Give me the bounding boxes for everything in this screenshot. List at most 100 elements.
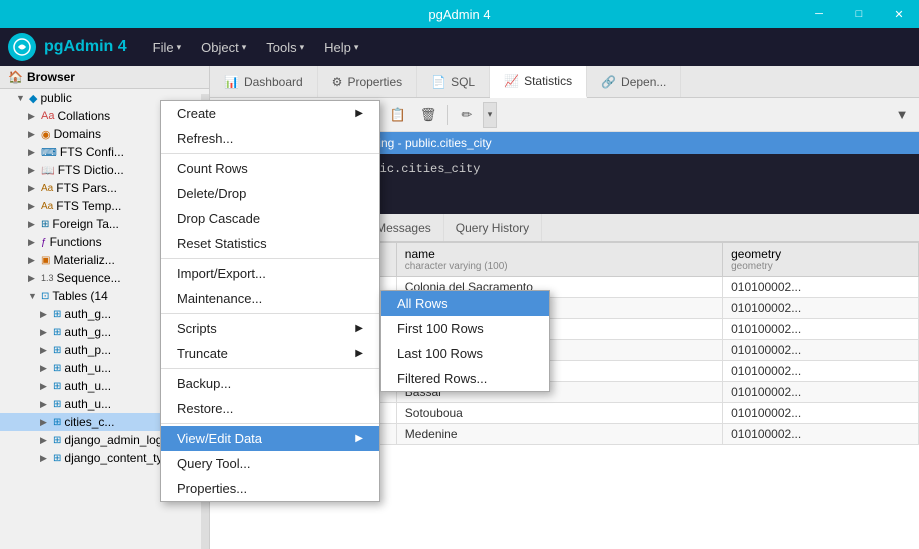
table-icon: ⊞ — [53, 453, 61, 464]
menu-file[interactable]: File ▾ — [143, 36, 191, 59]
sub-first-100[interactable]: First 100 Rows — [381, 316, 549, 341]
expand-icon: ▶ — [40, 381, 50, 392]
context-menu: Create ▶ Refresh... Count Rows Delete/Dr… — [160, 100, 380, 502]
title-text: pgAdmin 4 — [428, 7, 490, 22]
window-controls: ─ □ ✕ — [799, 0, 919, 28]
cell-name: Sotouboua — [396, 403, 722, 424]
cell-geometry: 010100002... — [723, 277, 919, 298]
sub-all-rows[interactable]: All Rows — [381, 291, 549, 316]
ctx-delete-drop[interactable]: Delete/Drop — [161, 181, 379, 206]
ctx-backup[interactable]: Backup... — [161, 371, 379, 396]
menu-object[interactable]: Object ▾ — [191, 36, 256, 59]
expand-icon: ▶ — [28, 183, 38, 194]
maximize-button[interactable]: □ — [839, 0, 879, 28]
cell-name: Medenine — [396, 424, 722, 445]
ctx-divider2 — [161, 258, 379, 259]
ctx-properties[interactable]: Properties... — [161, 476, 379, 501]
menu-tools[interactable]: Tools ▾ — [256, 36, 314, 59]
sequence-icon: 1.3 — [41, 273, 54, 283]
ctx-count-rows[interactable]: Count Rows — [161, 156, 379, 181]
sql-tab-icon: 📄 — [431, 75, 446, 89]
col-geometry[interactable]: geometry geometry — [723, 243, 919, 277]
materialized-icon: ▣ — [41, 255, 50, 266]
browser-title: Browser — [27, 70, 75, 84]
table-icon: ⊞ — [53, 309, 61, 320]
object-arrow-icon: ▾ — [242, 42, 247, 53]
ctx-query-tool[interactable]: Query Tool... — [161, 451, 379, 476]
edit-dropdown[interactable]: ▾ — [483, 102, 497, 128]
tab-dependencies[interactable]: 🔗 Depen... — [587, 66, 681, 97]
cell-geometry: 010100002... — [723, 382, 919, 403]
expand-icon: ▶ — [28, 147, 38, 158]
table-icon: ⊞ — [53, 417, 61, 428]
collations-icon: Aa — [41, 110, 54, 122]
sub-last-100[interactable]: Last 100 Rows — [381, 341, 549, 366]
ctx-create[interactable]: Create ▶ — [161, 101, 379, 126]
table-icon: ⊞ — [53, 435, 61, 446]
submenu: All Rows First 100 Rows Last 100 Rows Fi… — [380, 290, 550, 392]
expand-icon: ▶ — [40, 345, 50, 356]
ctx-truncate[interactable]: Truncate ▶ — [161, 341, 379, 366]
cell-geometry: 010100002... — [723, 403, 919, 424]
ctx-drop-cascade[interactable]: Drop Cascade — [161, 206, 379, 231]
fts-dict-icon: 📖 — [41, 164, 55, 177]
sub-filtered-rows[interactable]: Filtered Rows... — [381, 366, 549, 391]
expand-icon: ▼ — [16, 93, 26, 103]
app-logo: pgAdmin 4 — [8, 33, 127, 61]
titlebar: pgAdmin 4 ─ □ ✕ — [0, 0, 919, 28]
app-name: pgAdmin 4 — [44, 38, 127, 56]
ctx-scripts[interactable]: Scripts ▶ — [161, 316, 379, 341]
expand-icon: ▶ — [28, 273, 38, 284]
tab-dashboard[interactable]: 📊 Dashboard — [210, 66, 318, 97]
table-icon: ⊞ — [53, 399, 61, 410]
expand-icon: ▶ — [28, 129, 38, 140]
expand-icon: ▶ — [28, 255, 38, 266]
ctx-import-export[interactable]: Import/Export... — [161, 261, 379, 286]
tools-arrow-icon: ▾ — [300, 42, 305, 53]
tab-properties[interactable]: ⚙ Properties — [318, 66, 417, 97]
ctx-view-edit[interactable]: View/Edit Data ▶ — [161, 426, 379, 451]
filter-button[interactable]: ▼ — [889, 102, 915, 128]
ctx-restore[interactable]: Restore... — [161, 396, 379, 421]
dependencies-tab-icon: 🔗 — [601, 75, 616, 89]
fts-config-icon: ⌨ — [41, 146, 57, 159]
expand-icon: ▶ — [40, 363, 50, 374]
expand-icon: ▶ — [28, 111, 38, 122]
browser-icon: 🏠 — [8, 70, 23, 84]
ctx-maintenance[interactable]: Maintenance... — [161, 286, 379, 311]
expand-icon: ▶ — [40, 309, 50, 320]
help-arrow-icon: ▾ — [354, 42, 359, 53]
tab-statistics[interactable]: 📈 Statistics — [490, 66, 587, 98]
tables-icon: ⊡ — [41, 291, 49, 302]
table-icon: ⊞ — [53, 381, 61, 392]
expand-icon: ▶ — [28, 201, 38, 212]
close-button[interactable]: ✕ — [879, 0, 919, 28]
col-name[interactable]: name character varying (100) — [396, 243, 722, 277]
expand-icon: ▶ — [28, 219, 38, 230]
table-icon: ⊞ — [53, 363, 61, 374]
minimize-button[interactable]: ─ — [799, 0, 839, 28]
delete-button[interactable]: 🗑 — [414, 102, 442, 128]
cell-geometry: 010100002... — [723, 361, 919, 382]
ctx-reset-stats[interactable]: Reset Statistics — [161, 231, 379, 256]
expand-icon: ▶ — [40, 327, 50, 338]
expand-icon: ▶ — [40, 399, 50, 410]
main-area: 🏠 Browser ▼ ◆ public ▶ Aa Collations ▶ ◉… — [0, 66, 919, 549]
expand-icon: ▶ — [28, 165, 38, 176]
tab-query-history[interactable]: Query History — [444, 214, 542, 241]
expand-icon: ▼ — [28, 291, 38, 301]
menu-help[interactable]: Help ▾ — [314, 36, 368, 59]
paste-button[interactable]: 📋 — [384, 102, 412, 128]
tab-sql[interactable]: 📄 SQL — [417, 66, 490, 97]
view-edit-arrow-icon: ▶ — [355, 433, 363, 444]
dashboard-tab-icon: 📊 — [224, 75, 239, 89]
edit-button[interactable]: ✏ — [453, 102, 481, 128]
table-icon: ⊞ — [53, 345, 61, 356]
cell-geometry: 010100002... — [723, 340, 919, 361]
top-tabs: 📊 Dashboard ⚙ Properties 📄 SQL 📈 Statist… — [210, 66, 919, 98]
ctx-divider4 — [161, 368, 379, 369]
functions-icon: ƒ — [41, 237, 47, 248]
expand-icon: ▶ — [40, 417, 50, 428]
ctx-refresh[interactable]: Refresh... — [161, 126, 379, 151]
ctx-divider5 — [161, 423, 379, 424]
